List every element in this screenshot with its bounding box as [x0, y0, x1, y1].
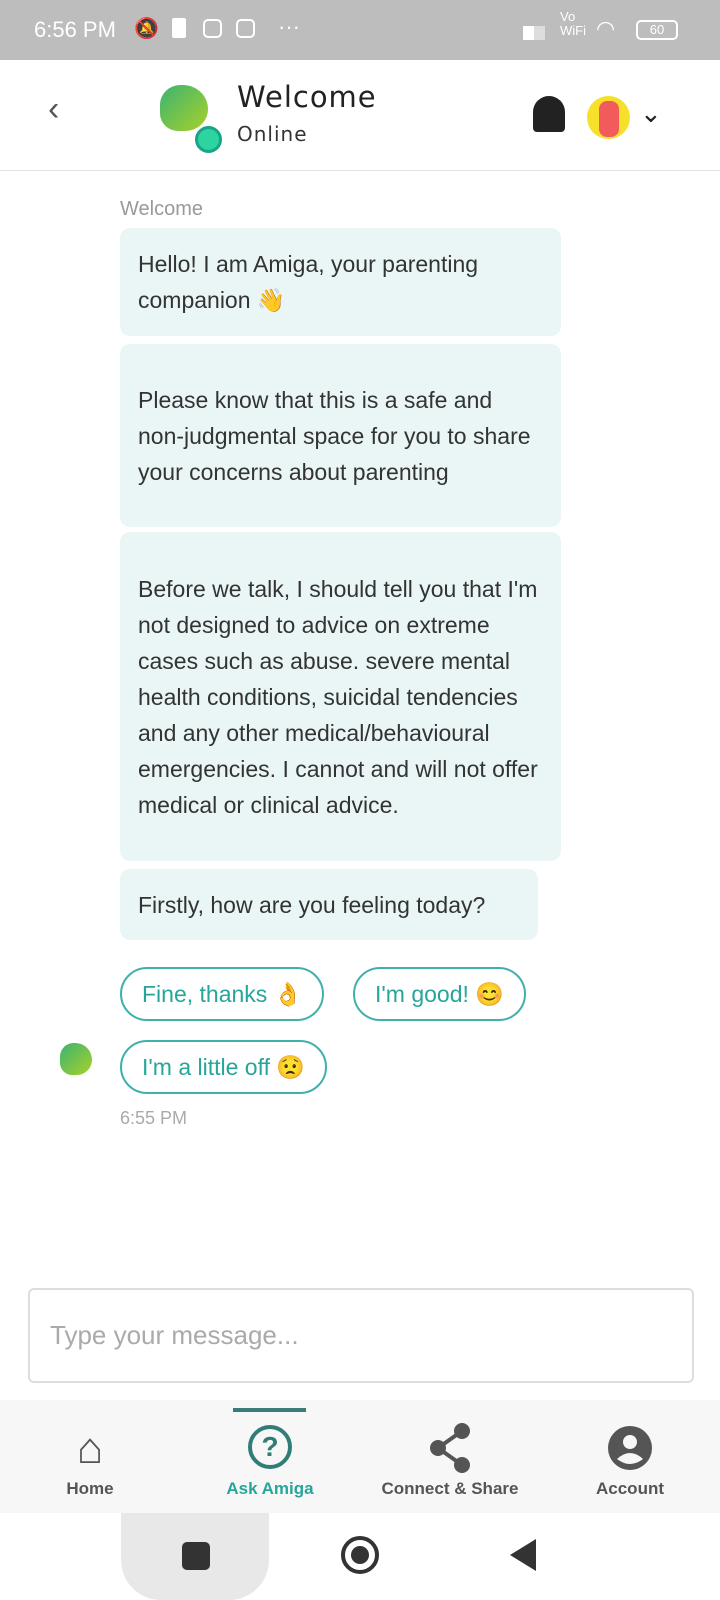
message-bubble: Before we talk, I should tell you that I… — [120, 532, 561, 861]
user-avatar[interactable] — [587, 96, 630, 139]
chat-header: ‹ Welcome Online ⌄ — [0, 60, 720, 171]
instagram-icon — [203, 19, 222, 38]
quick-reply-good[interactable]: I'm good! 😊 — [353, 967, 526, 1021]
trash-icon — [172, 18, 186, 38]
back-button[interactable]: ‹ — [48, 90, 59, 129]
share-icon — [430, 1423, 470, 1473]
nav-account[interactable]: Account — [540, 1400, 720, 1513]
quick-reply-fine[interactable]: Fine, thanks 👌 — [120, 967, 325, 1021]
message-bubble: Please know that this is a safe and non-… — [120, 344, 561, 527]
message-bubble: Firstly, how are you feeling today? — [120, 869, 538, 940]
nav-connect-share[interactable]: Connect & Share — [360, 1400, 540, 1513]
more-icon: ··· — [278, 14, 300, 39]
chat-title: Welcome — [237, 80, 377, 114]
system-nav-bar — [0, 1513, 720, 1600]
nav-ask-amiga[interactable]: ? Ask Amiga — [180, 1400, 360, 1513]
message-timestamp: 6:55 PM — [120, 1108, 188, 1128]
status-time: 6:56 PM — [34, 17, 116, 42]
home-icon: ⌂ — [76, 1424, 104, 1473]
signal-icon — [523, 26, 545, 40]
quick-reply-little-off[interactable]: I'm a little off 😟 — [120, 1040, 327, 1094]
message-input[interactable]: Type your message... — [28, 1288, 694, 1383]
home-button[interactable] — [341, 1536, 379, 1574]
mute-icon: 🔕 — [134, 18, 159, 40]
bottom-nav: ⌂ Home ? Ask Amiga Connect & Share Accou… — [0, 1400, 720, 1513]
message-bubble: Hello! I am Amiga, your parenting compan… — [120, 228, 561, 336]
online-indicator-icon — [195, 126, 222, 153]
wifi-icon: ◠ — [596, 16, 616, 41]
vowifi-label: Vo WiFi — [560, 9, 586, 38]
amiga-avatar — [60, 1043, 92, 1075]
account-icon — [608, 1426, 652, 1470]
battery-icon: 60 — [636, 20, 678, 40]
instagram-icon — [236, 19, 255, 38]
chevron-down-icon[interactable]: ⌄ — [640, 98, 662, 129]
status-bar: 6:56 PM 🔕 ··· Vo WiFi ◠ 60 — [0, 0, 720, 60]
back-nav-button[interactable] — [510, 1539, 536, 1571]
notification-bell-icon[interactable] — [533, 96, 565, 132]
recents-button[interactable] — [182, 1542, 210, 1570]
amiga-avatar — [160, 85, 208, 131]
section-label: Welcome — [120, 198, 203, 220]
question-bubble-icon: ? — [248, 1425, 292, 1469]
chat-status: Online — [237, 122, 308, 146]
nav-home[interactable]: ⌂ Home — [0, 1400, 180, 1513]
